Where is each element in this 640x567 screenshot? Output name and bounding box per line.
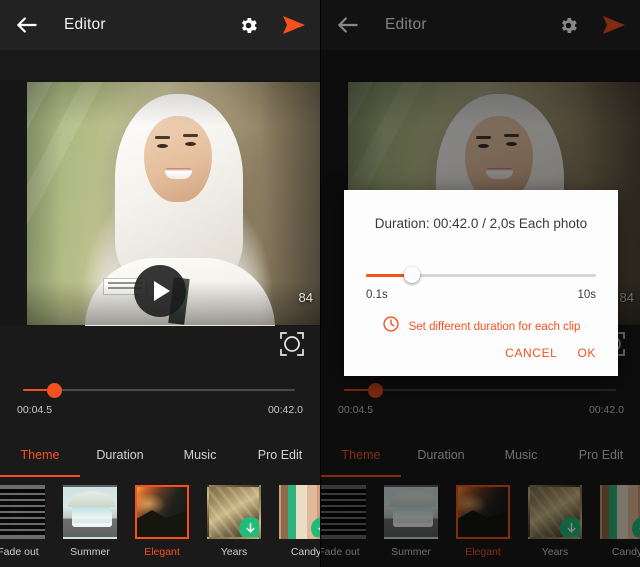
timeline-total-time: 00:42.0: [267, 404, 303, 416]
app-bar: Editor: [0, 0, 320, 50]
theme-item-years[interactable]: Years: [198, 485, 270, 558]
duration-slider-thumb[interactable]: [404, 267, 420, 283]
ok-button[interactable]: OK: [577, 346, 596, 360]
timeline-time-labels: 00:04.5 00:42.0: [0, 404, 320, 416]
duration-slider-range-labels: 0.1s 10s: [366, 289, 596, 301]
play-icon[interactable]: [134, 265, 186, 317]
theme-label: Summer: [70, 546, 110, 558]
photo-eyebrow-left: [155, 136, 170, 139]
fullscreen-crop-icon[interactable]: [278, 330, 306, 358]
frame-count-label: 84: [298, 290, 313, 305]
editor-tab-bar: Theme Duration Music Pro Edit: [0, 432, 320, 477]
timeline-current-time: 00:04.5: [17, 404, 53, 416]
theme-label: Elegant: [144, 546, 180, 558]
timeline-thumb[interactable]: [47, 383, 62, 398]
theme-thumbnail: [135, 485, 189, 539]
photo-eye-left: [157, 144, 168, 148]
theme-item-summer[interactable]: Summer: [54, 485, 126, 558]
theme-thumbnail: [0, 485, 45, 539]
timeline-panel: 00:04.5 00:42.0: [0, 326, 320, 432]
theme-item-elegant[interactable]: Elegant: [126, 485, 198, 558]
download-icon[interactable]: [239, 517, 259, 537]
theme-item-candy[interactable]: Candy: [270, 485, 320, 558]
photo-eyebrow-right: [183, 134, 198, 137]
theme-thumbnail: [207, 485, 261, 539]
duration-slider[interactable]: [366, 267, 596, 283]
tab-pro-edit[interactable]: Pro Edit: [240, 448, 320, 462]
duration-dialog: Duration: 00:42.0 / 2,0s Each photo 0.1s…: [344, 190, 618, 376]
theme-item-fade-out[interactable]: Fade out: [0, 485, 54, 558]
set-different-duration-label: Set different duration for each clip: [408, 320, 581, 333]
theme-strip[interactable]: Fade out Summer Elegant Years Candy: [0, 477, 320, 567]
duration-slider-max-label: 10s: [577, 289, 596, 301]
dual-screenshot-stage: Editor 84 00:04.5 00:42.0 Theme Duration…: [0, 0, 640, 567]
set-different-duration-link[interactable]: Set different duration for each clip: [344, 315, 618, 338]
photo-face: [144, 116, 212, 202]
send-icon[interactable]: [282, 15, 306, 35]
cancel-button[interactable]: CANCEL: [505, 346, 557, 360]
photo-mouth: [165, 168, 192, 179]
photo-eye-right: [185, 142, 196, 146]
tab-music[interactable]: Music: [160, 448, 240, 462]
photo-hijab: [115, 94, 243, 290]
timeline-track: [23, 389, 295, 391]
clock-icon: [382, 315, 400, 338]
download-icon[interactable]: [311, 517, 320, 537]
theme-label: Years: [220, 546, 248, 558]
app-bar-filler: [0, 50, 320, 80]
page-title: Editor: [64, 16, 106, 33]
duration-slider-min-label: 0.1s: [366, 289, 388, 301]
screen-editor-duration-dialog: Editor 84 00:04.5 00:42.0 Theme Duration…: [320, 0, 640, 567]
theme-label: Candy: [290, 546, 320, 558]
tab-theme[interactable]: Theme: [0, 448, 80, 462]
back-arrow-icon[interactable]: [14, 12, 40, 38]
video-preview[interactable]: 84: [0, 80, 320, 326]
gear-icon[interactable]: [238, 15, 259, 36]
theme-thumbnail: [279, 485, 320, 539]
timeline-slider[interactable]: [0, 382, 320, 398]
dialog-title: Duration: 00:42.0 / 2,0s Each photo: [374, 216, 588, 231]
tab-duration[interactable]: Duration: [80, 448, 160, 462]
screen-editor-normal: Editor 84 00:04.5 00:42.0 Theme Duration…: [0, 0, 320, 567]
theme-thumbnail: [63, 485, 117, 539]
theme-label: Fade out: [0, 546, 39, 558]
dialog-actions: CANCEL OK: [344, 346, 618, 376]
